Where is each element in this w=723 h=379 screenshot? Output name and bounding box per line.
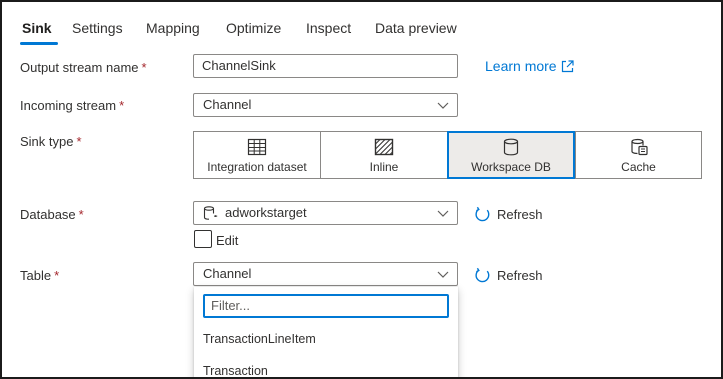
sink-type-integration-dataset[interactable]: Integration dataset bbox=[193, 131, 321, 179]
required-mark: * bbox=[76, 134, 82, 149]
learn-more-link[interactable]: Learn more bbox=[485, 58, 574, 74]
sink-type-label: Inline bbox=[369, 160, 399, 174]
tab-mapping[interactable]: Mapping bbox=[146, 20, 200, 36]
edit-checkbox-label: Edit bbox=[216, 233, 239, 248]
table-value: Channel bbox=[203, 266, 252, 281]
incoming-stream-label-text: Incoming stream bbox=[20, 98, 117, 113]
database-value: adworkstarget bbox=[225, 205, 307, 220]
hatched-box-icon bbox=[374, 138, 394, 156]
tab-sink[interactable]: Sink bbox=[22, 20, 52, 36]
sink-type-workspace-db[interactable]: Workspace DB bbox=[447, 131, 575, 179]
incoming-stream-value: Channel bbox=[203, 97, 252, 112]
required-mark: * bbox=[119, 98, 125, 113]
database-label: Database * bbox=[20, 207, 84, 222]
sink-type-label-text: Sink type bbox=[20, 134, 74, 149]
refresh-label: Refresh bbox=[497, 268, 543, 283]
sink-type-label: Cache bbox=[621, 160, 656, 174]
table-option[interactable]: Transaction bbox=[203, 364, 268, 377]
table-refresh-button[interactable]: Refresh bbox=[474, 267, 543, 284]
learn-more-label: Learn more bbox=[485, 58, 557, 74]
database-icon bbox=[503, 138, 519, 156]
database-dropdown[interactable]: adworkstarget bbox=[193, 201, 458, 225]
database-refresh-button[interactable]: Refresh bbox=[474, 206, 543, 223]
database-icon bbox=[203, 206, 218, 220]
active-tab-indicator bbox=[20, 42, 58, 45]
tab-optimize[interactable]: Optimize bbox=[226, 20, 281, 36]
refresh-icon bbox=[475, 206, 490, 222]
external-link-icon bbox=[561, 60, 574, 73]
chevron-down-icon bbox=[437, 210, 449, 217]
tab-data-preview[interactable]: Data preview bbox=[375, 20, 457, 36]
required-mark: * bbox=[78, 207, 84, 222]
table-dropdown-menu: Filter... TransactionLineItem Transactio… bbox=[194, 287, 458, 377]
refresh-label: Refresh bbox=[497, 207, 543, 222]
edit-checkbox[interactable] bbox=[194, 230, 212, 248]
sink-settings-panel: Sink Settings Mapping Optimize Inspect D… bbox=[0, 0, 723, 379]
table-label-text: Table bbox=[20, 268, 52, 283]
tab-settings[interactable]: Settings bbox=[72, 20, 123, 36]
output-stream-name-input[interactable]: ChannelSink bbox=[193, 54, 458, 78]
cache-icon bbox=[630, 138, 648, 156]
sink-type-label: Integration dataset bbox=[207, 160, 307, 174]
chevron-down-icon bbox=[437, 271, 449, 278]
output-stream-name-label: Output stream name * bbox=[20, 60, 147, 75]
required-mark: * bbox=[54, 268, 60, 283]
incoming-stream-label: Incoming stream * bbox=[20, 98, 124, 113]
required-mark: * bbox=[141, 60, 147, 75]
sink-type-label: Sink type * bbox=[20, 134, 82, 149]
sink-type-cache[interactable]: Cache bbox=[575, 131, 702, 179]
table-label: Table * bbox=[20, 268, 59, 283]
sink-type-label: Workspace DB bbox=[471, 160, 551, 174]
output-stream-name-label-text: Output stream name bbox=[20, 60, 139, 75]
table-filter-input[interactable]: Filter... bbox=[203, 294, 449, 318]
chevron-down-icon bbox=[437, 102, 449, 109]
tab-inspect[interactable]: Inspect bbox=[306, 20, 351, 36]
database-label-text: Database bbox=[20, 207, 76, 222]
incoming-stream-dropdown[interactable]: Channel bbox=[193, 93, 458, 117]
table-grid-icon bbox=[247, 138, 267, 156]
sink-type-inline[interactable]: Inline bbox=[320, 131, 448, 179]
refresh-icon bbox=[475, 267, 490, 283]
table-option[interactable]: TransactionLineItem bbox=[203, 332, 316, 346]
table-dropdown[interactable]: Channel bbox=[193, 262, 458, 286]
